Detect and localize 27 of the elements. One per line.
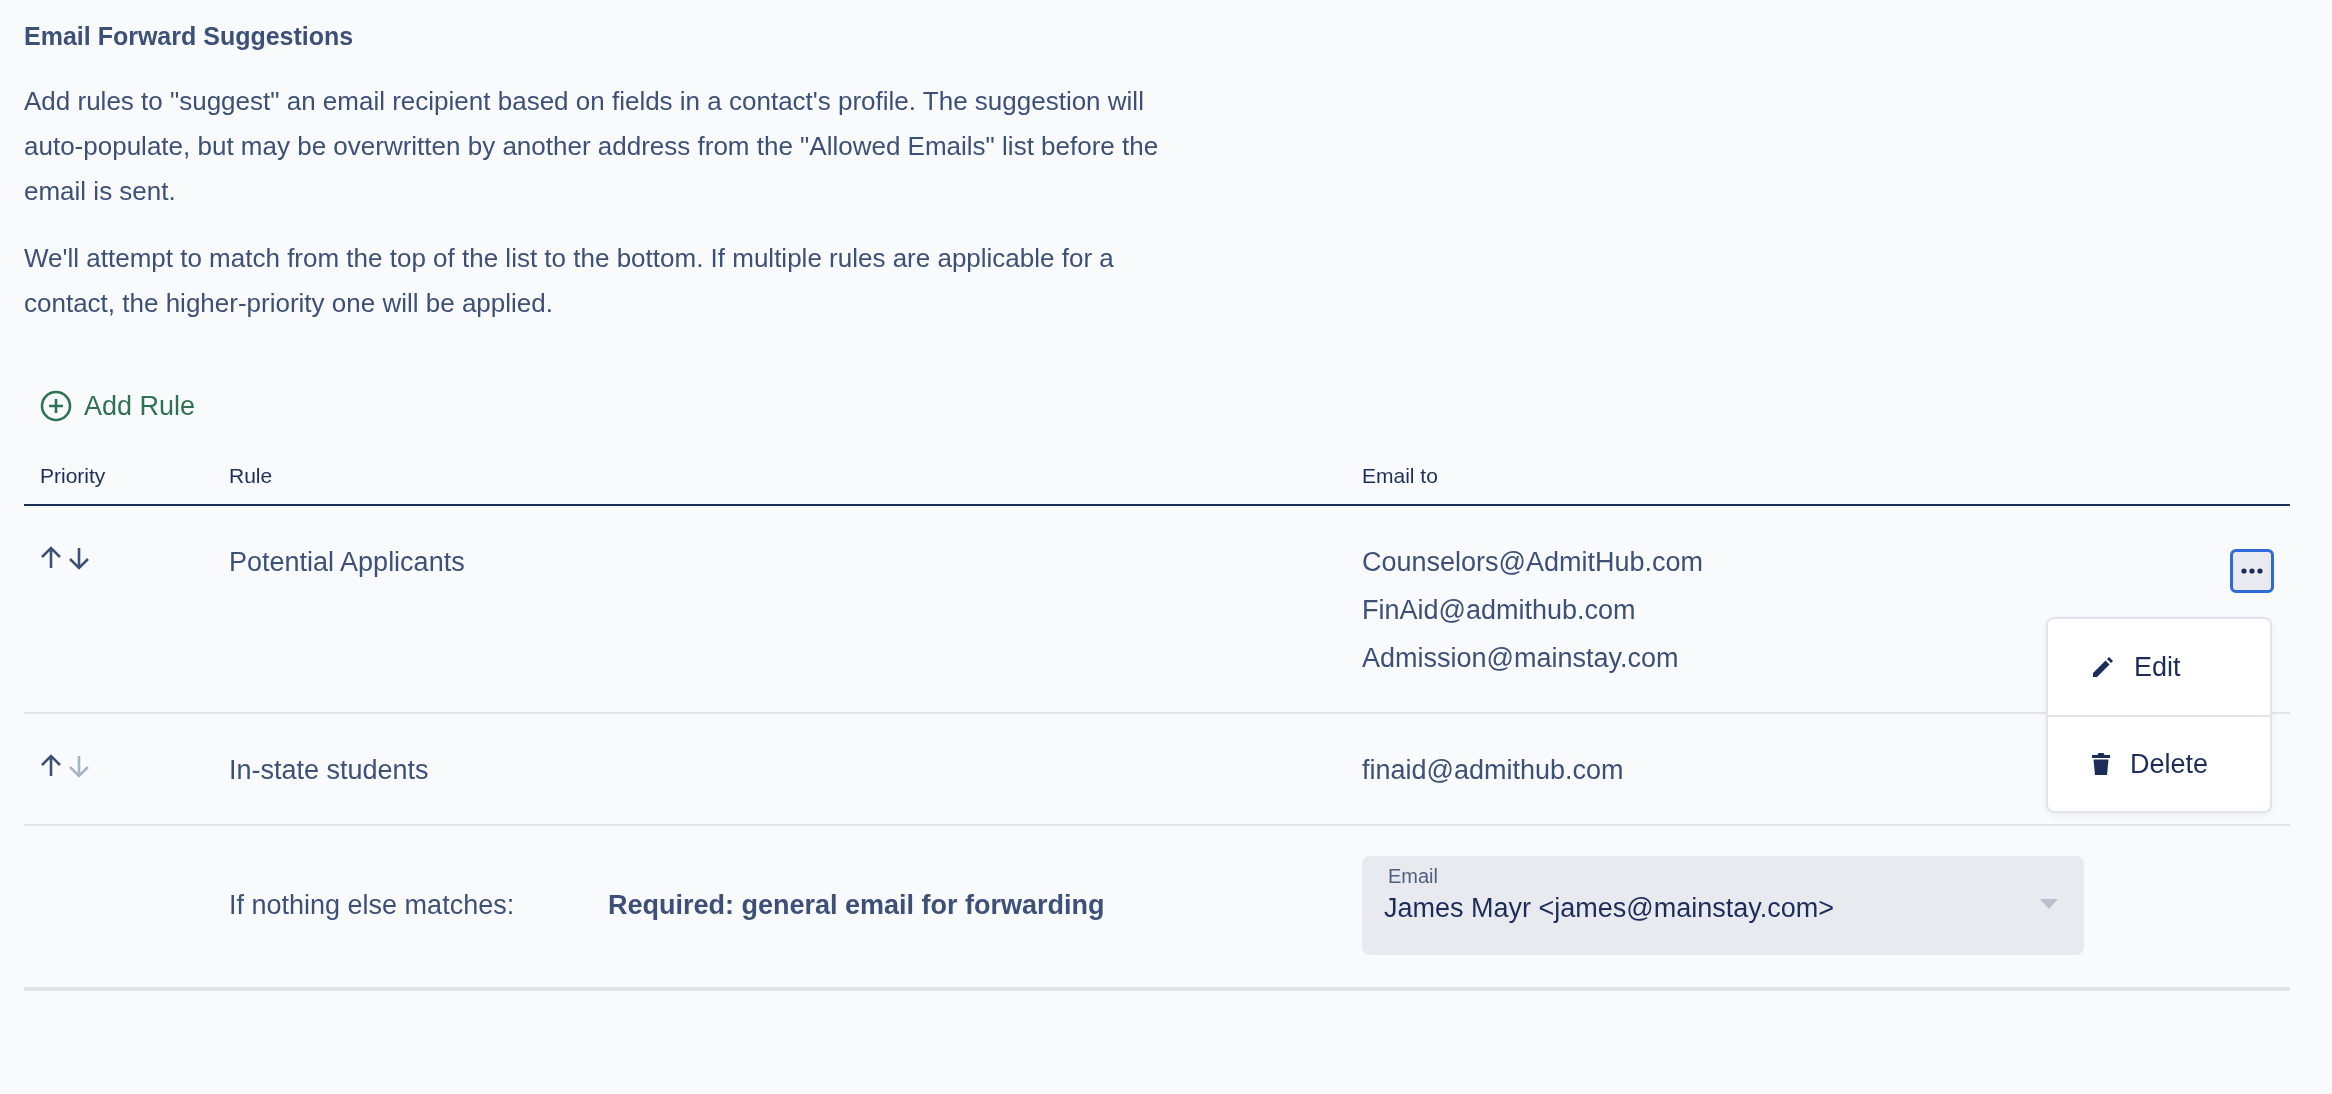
- description-paragraph: Add rules to "suggest" an email recipient based on fields in a contact's profile. The suggestion will auto-populate, but may be overwritten by another address from the "Allowed Emails" list before the email is sent.: [24, 85, 1160, 208]
- rule-name: Potential Applicants: [229, 546, 465, 578]
- trash-icon: [2092, 752, 2110, 776]
- caret-icon: [2040, 899, 2058, 909]
- plus-circle-icon: [40, 390, 72, 422]
- menu-item[interactable]: Edit: [2048, 619, 2270, 715]
- column-header: Priority: [40, 464, 107, 488]
- move-up-button[interactable]: [40, 754, 62, 778]
- email-address: FinAid@admithub.com: [1362, 594, 1636, 626]
- email-address: Counselors@AdmitHub.com: [1362, 546, 1704, 578]
- move-up-button[interactable]: [40, 546, 62, 570]
- column-header: Rule: [229, 464, 274, 488]
- fallback-label: If nothing else matches:: [229, 890, 516, 921]
- email-address: Admission@mainstay.com: [1362, 642, 1679, 674]
- email-select[interactable]: Email James Mayr <james@mainstay.com>: [1362, 856, 2084, 955]
- pencil-icon: [2092, 656, 2114, 678]
- rule-name: In-state students: [229, 754, 429, 786]
- ellipsis-icon: [2241, 568, 2263, 574]
- email-address: finaid@admithub.com: [1362, 754, 1624, 786]
- more-options-button[interactable]: [2230, 549, 2274, 593]
- menu-item[interactable]: Delete: [2048, 715, 2270, 811]
- move-down-button[interactable]: [68, 546, 90, 570]
- add-rule-button[interactable]: Add Rule: [40, 384, 196, 428]
- column-header: Email to: [1362, 464, 1439, 488]
- requirement-text: Required: general email for forwarding: [608, 890, 1105, 921]
- section-title: Email Forward Suggestions: [24, 21, 355, 52]
- description-paragraph: We'll attempt to match from the top of the list to the bottom. If multiple rules are applicable for a contact, the higher-priority one will be applied.: [24, 242, 1115, 320]
